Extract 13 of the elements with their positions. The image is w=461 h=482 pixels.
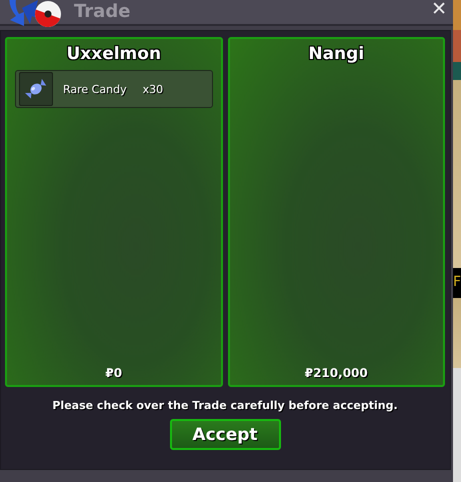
item-quantity: x30 [142,82,164,96]
candy-icon [24,77,48,101]
game-label: F [453,273,461,292]
trainer-name: Nangi [308,44,364,64]
money-amount: ₽0 [105,366,122,380]
trainer-name: Uxxelmon [66,44,162,64]
item-name: Rare Candy [63,82,127,96]
close-button[interactable]: ✕ [431,0,447,20]
trade-item[interactable]: Rare Candy x30 [15,70,212,108]
window-title: Trade [74,1,132,23]
notice-text: Please check over the Trade carefully before accepting. [51,399,399,412]
accept-button[interactable]: Accept [170,419,280,450]
money-amount: ₽210,000 [304,366,368,380]
